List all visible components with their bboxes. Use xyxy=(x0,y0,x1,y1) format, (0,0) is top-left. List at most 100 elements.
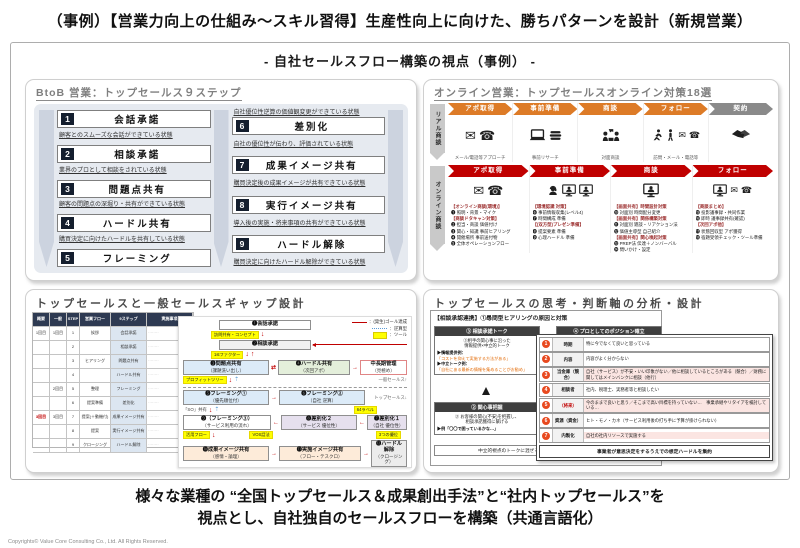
real-col-follow: フォロー ✉ ☎ 訪問・メール・電話等 xyxy=(643,103,708,162)
cell-flow: 提案 xyxy=(80,425,111,438)
online-row: オンライン商談 アポ取得 ✉ ☎ 【オンライン商談(環境)】❶ 照明・背景・マイ… xyxy=(430,165,773,253)
hurdle-text: 自社（サービス）が不安・いい印象がない／他に相談しているところがある（競合）／財… xyxy=(584,368,769,381)
cell-9step: 実行イメージ共有 xyxy=(111,425,147,438)
step-box: 1 会話承諾 xyxy=(57,110,211,128)
flow-box-7: ❼差別化１（自社 優位性） xyxy=(367,415,407,430)
monitor-person-icon xyxy=(579,184,593,197)
online-notes-1: 【オンライン商談(環境)】❶ 照明・背景・マイク【商談ドタキャン対策】❷ 担当・… xyxy=(448,203,529,247)
step-description: 顧客の問題点の深堀り・共有ができている状態 xyxy=(57,202,211,209)
red-right-arrow: → xyxy=(271,451,277,457)
flow-box-9: ❾（フレーミング③）（サービス利用の流れ） xyxy=(183,415,271,430)
gap-flowchart: ：(発生)ゴール達成 ：逆算型 ：ツール ❶会話承諾 訪問共有・コンセプト↓ ❷… xyxy=(178,316,412,468)
cell-visit xyxy=(50,425,67,438)
cell-visit: 2回目 xyxy=(50,383,67,396)
steps-column-2-items: 6 差別化 自社の優位性が伝わり、評価されている状態 7 成果イメージ共有 購買… xyxy=(232,117,386,267)
red-right-arrow: → xyxy=(271,395,277,401)
online-col-preparation: 事前準備 【環境認識 対策】❻ 事前情報収集(レベル4)❼ 時間構成 準備【(双… xyxy=(529,165,611,253)
cell-step: 8 xyxy=(67,425,80,438)
real-col-preparation: 事前準備 事前リサーチ xyxy=(512,103,577,162)
face-to-face-meeting-icon xyxy=(601,128,621,143)
cell-9step: フレーミング xyxy=(111,383,147,396)
step-box: 7 成果イメージ共有 xyxy=(232,156,386,174)
step-description: 自社優位性逆算の価値観変更ができている状態 xyxy=(232,110,386,117)
hurdle-row: 7 内製化 自社の社内リソースで実施する xyxy=(539,428,770,443)
gap-panel-title: トップセールスと一般セールスギャップ設計 xyxy=(26,290,416,311)
cell-round xyxy=(33,425,50,438)
hurdle-text: ヒト・モノ・カネ（サービス利用後の打ち手に予算が掛けられない） xyxy=(584,417,769,425)
hurdle-table-footer: 事業者が意思決定をするうえでの想定ハードルを集約 xyxy=(539,445,770,458)
hurdle-table: 1 時期 特に今でなくて良いと思っている 2 内容 内容がよく分からない 3 当… xyxy=(536,334,773,461)
red-left-arrow: ← xyxy=(273,420,279,426)
cell-step: 6 xyxy=(67,397,80,410)
cell-flow xyxy=(80,341,111,354)
note-line: ⓲ 宿題受領チェック・ツール準備 xyxy=(696,235,772,241)
cell-round: 3回目 xyxy=(33,411,50,424)
hurdle-row: 4 相談者 社内、税理士、実務者等と相談したい xyxy=(539,383,770,398)
interest-box: ② 関心事把握 ② お客様の関心(不安)を把握し、 相談承諾獲得に繋げる ▶例「… xyxy=(434,402,540,435)
gap-table-header: 概要一般STEP営業フロー9ステップ実施事項 xyxy=(33,313,193,327)
talk-box: ③ 相談承諾トーク ③相手の関心事に沿った 情報提供×中立的トーク ▶情報提供例… xyxy=(434,326,540,375)
step-label: フレーミング xyxy=(77,251,210,265)
cell-9step: 会話承諾 xyxy=(111,327,147,340)
flow-box-2: ❷相談承諾 xyxy=(219,340,311,350)
gap-table-row: 2 相談承諾 ········ xyxy=(33,341,193,355)
cell-step: 3 xyxy=(67,355,80,368)
legend-row: ：ツール xyxy=(352,332,407,339)
cell-flow: 提案(＋動機付) xyxy=(80,411,111,424)
flow-box-11: ⓫実施イメージ共有（フロー・テスクロ） xyxy=(279,446,361,461)
hurdle-number-badge: 4 xyxy=(540,386,552,394)
red-down-arrow: ↓ xyxy=(229,377,233,384)
down-arrow-left-icon xyxy=(39,110,54,267)
sales-divider xyxy=(183,387,407,388)
stage-caption: 対面商談 xyxy=(578,155,642,162)
walking-person-icon xyxy=(666,129,675,141)
stage-chevron: 商談 xyxy=(578,103,642,115)
note-line: ❾ 心理ハードル 準備 xyxy=(533,235,609,241)
flow-box-longterm: 中長期管理（見極め） xyxy=(360,360,407,375)
copyright: Copyrights© Value Core Consulting Co., L… xyxy=(8,539,168,545)
mail-icon: ✉ xyxy=(473,184,484,197)
mail-icon: ✉ xyxy=(730,186,738,195)
red-both-arrow: ⇄ xyxy=(271,365,276,371)
online-notes-2: 【環境認識 対策】❻ 事前情報収集(レベル4)❼ 時間構成 準備【(双方型)プレ… xyxy=(530,203,611,241)
hurdle-row: 1 時期 特に今でなくて良いと思っている xyxy=(539,337,770,352)
hurdle-row: 3 当金庫（競合） 自社（サービス）が不安・いい印象がない／他に相談しているとこ… xyxy=(539,367,770,382)
online-row-label: オンライン商談 xyxy=(430,166,445,244)
cell-round xyxy=(33,397,50,410)
stage-caption xyxy=(709,155,773,162)
cell-visit: 3回目 xyxy=(50,411,67,424)
gap-table-row: 4 ハードル共有 ········ xyxy=(33,369,193,383)
flow-box-5: ❺フレーミング①（優先順位付） xyxy=(183,390,269,405)
real-columns: アポ取得 ✉ ☎ メール/電話等アプローチ 事前準備 事前リサーチ xyxy=(448,103,773,162)
gap-table-body: 1回目 1回目 1 挨拶 会話承諾 ········ 2 相談承諾 xyxy=(33,327,193,453)
monitor-person-icon xyxy=(562,184,576,197)
hurdle-number-badge: 2 xyxy=(540,355,552,363)
gap-header-cell: 一般 xyxy=(50,313,67,326)
red-right-arrow: → xyxy=(352,365,358,371)
hurdle-category: （将来） xyxy=(552,399,584,412)
laptop-icon xyxy=(529,129,546,141)
phone-icon: ☎ xyxy=(487,184,503,197)
hurdle-category: 相談者 xyxy=(552,384,584,397)
cell-9step: ハードル共有 xyxy=(111,369,147,382)
cell-visit xyxy=(50,355,67,368)
gap-table-row: 8 提案 実行イメージ共有 ········ xyxy=(33,425,193,439)
red-right-arrow: → xyxy=(363,451,369,457)
tool-label: VOS話法 xyxy=(249,431,272,439)
gap-table-row: 3回目 3回目 7 提案(＋動機付) 成果イメージ共有 ········ xyxy=(33,411,193,425)
top-sales-label: トップセールス↓ xyxy=(367,395,407,401)
legend-mark-icon xyxy=(352,322,367,323)
cell-flow: 整理 xyxy=(80,383,111,396)
cell-round xyxy=(33,439,50,452)
diagram-header: 【相談承認連携】①尋問型ヒアリングの原因と対策 xyxy=(434,313,658,322)
black-up-arrow xyxy=(482,387,490,395)
gap-header-cell: 営業フロー xyxy=(80,313,111,326)
btob-panel: BtoB 営業：トップセールス９ステップ 1 会話承諾 顧客とのスムーズな会話が… xyxy=(25,79,417,281)
cell-step: 4 xyxy=(67,369,80,382)
stage-caption: メール/電話等アプローチ xyxy=(448,155,512,162)
online-panel-title: オンライン営業：トップセールスオンライン対策18選 xyxy=(424,80,778,100)
real-col-meeting: 商談 対面商談 xyxy=(577,103,642,162)
note-line: ▶例「〇〇で困っているかな…」 xyxy=(437,426,537,432)
legend-label: ：(発生)ゴール達成 xyxy=(369,319,407,326)
legend-mark-icon xyxy=(373,332,387,339)
